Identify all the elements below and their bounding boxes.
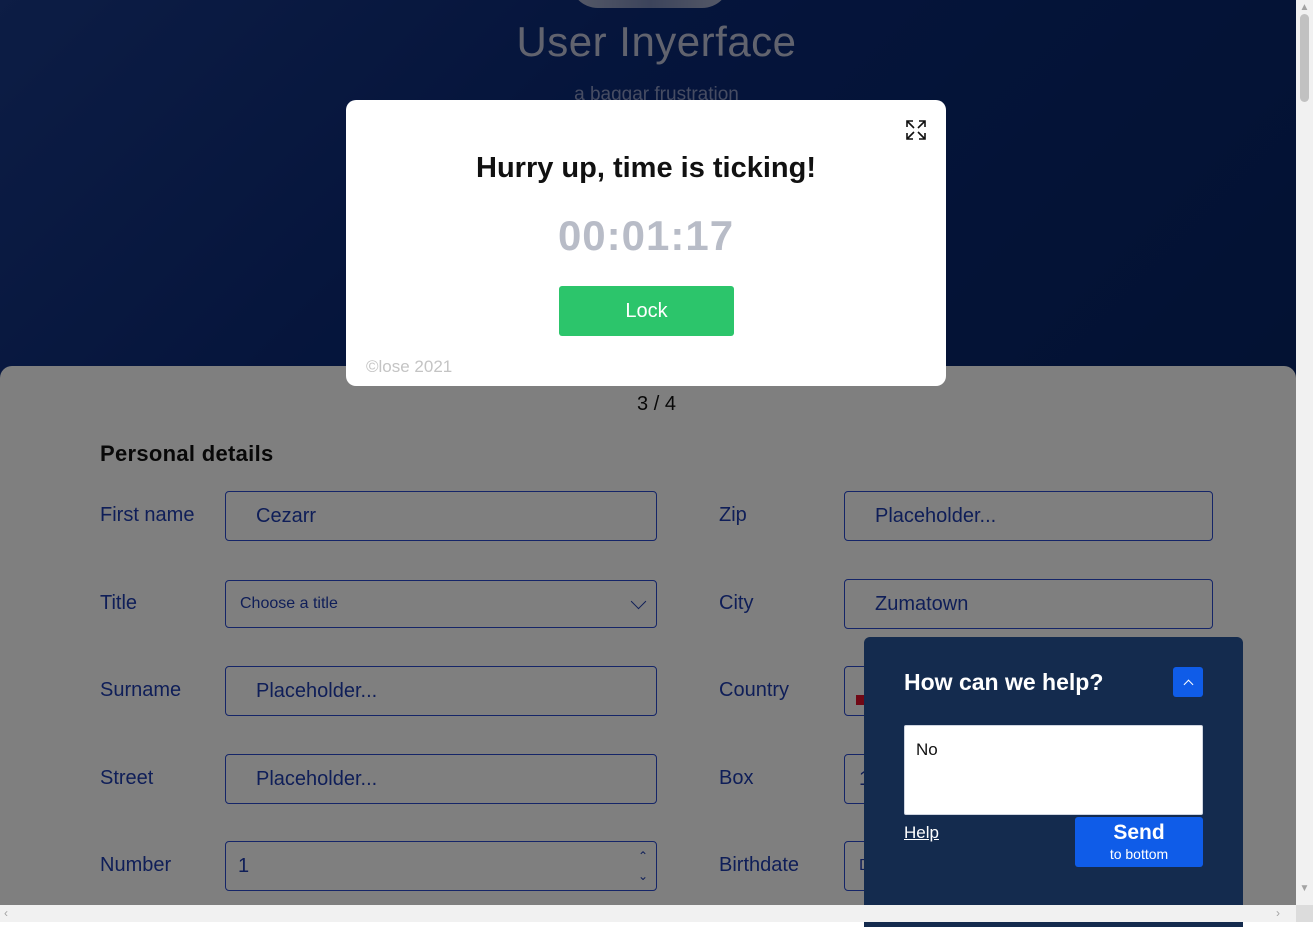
help-chat-widget: How can we help? Help Send to bottom (864, 637, 1243, 927)
countdown-timer: 00:01:17 (557, 212, 735, 259)
send-sublabel: to bottom (1109, 846, 1169, 862)
chat-heading: How can we help? (904, 669, 1104, 695)
chat-message-input[interactable] (904, 725, 1203, 815)
send-label: Send (1113, 821, 1165, 844)
send-button[interactable]: Send to bottom (1075, 817, 1203, 867)
chevron-up-icon (1183, 679, 1193, 689)
timer-modal: Hurry up, time is ticking! 00:01:17 Lock… (346, 100, 946, 386)
close-link[interactable]: ©lose 2021 (366, 357, 452, 377)
scroll-up-icon[interactable]: ▲ (1296, 2, 1313, 13)
chat-collapse-button[interactable] (1173, 667, 1203, 697)
vertical-scrollbar[interactable]: ▲ ▼ (1296, 0, 1313, 905)
scroll-down-icon[interactable]: ▼ (1296, 883, 1313, 894)
expand-icon[interactable] (904, 118, 928, 142)
horizontal-scrollbar[interactable]: ‹ › (0, 905, 1296, 922)
scrollbar-corner (1296, 905, 1313, 922)
modal-heading: Hurry up, time is ticking! (476, 152, 816, 184)
scroll-thumb[interactable] (1300, 14, 1309, 102)
lock-button[interactable]: Lock (559, 286, 734, 336)
scroll-left-icon[interactable]: ‹ (4, 906, 8, 920)
scroll-right-icon[interactable]: › (1276, 906, 1280, 920)
help-link[interactable]: Help (904, 823, 939, 843)
